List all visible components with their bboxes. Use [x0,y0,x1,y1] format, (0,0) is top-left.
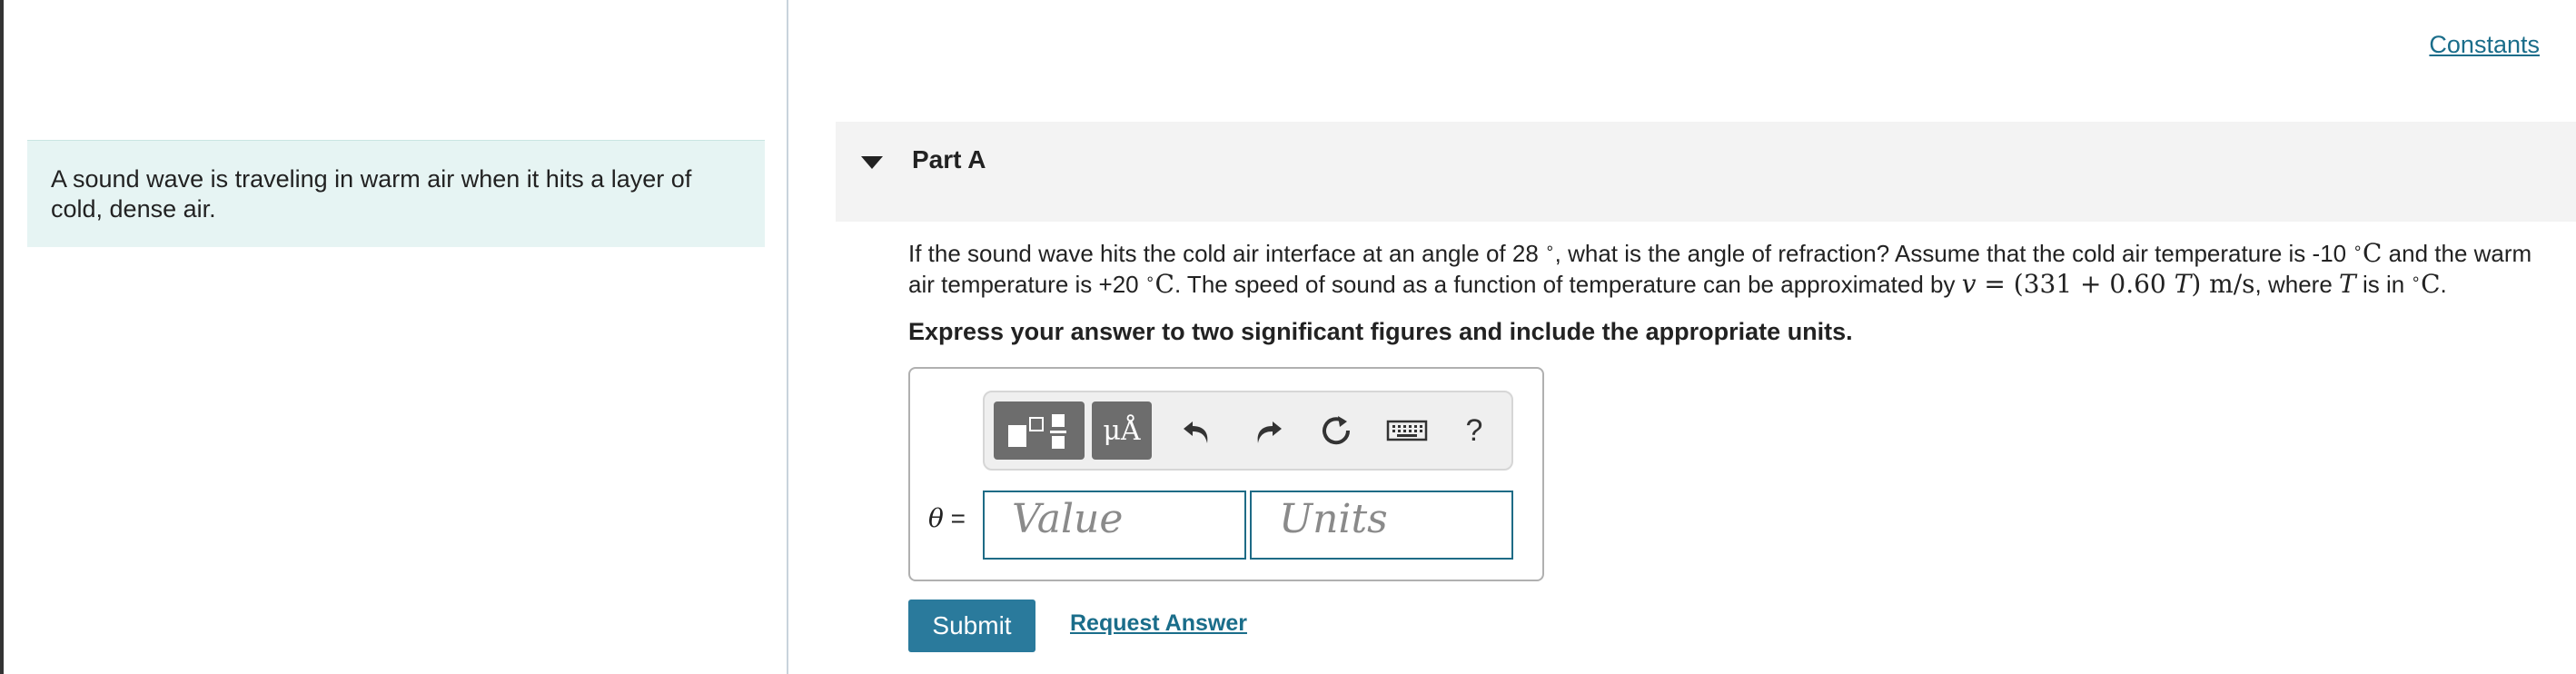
intro-panel: A sound wave is traveling in warm air wh… [4,0,787,674]
collapse-caret-icon[interactable] [861,156,883,169]
help-icon[interactable]: ? [1453,401,1495,460]
question-segment: . [2440,271,2447,298]
variable-t: T [2339,269,2356,299]
intro-text: A sound wave is traveling in warm air wh… [27,140,765,247]
redo-icon[interactable] [1243,401,1292,460]
degree-symbol: ∘ [2411,270,2422,288]
question-segment: , what is the angle of refraction? Assum… [1554,240,2353,267]
panel-divider [787,0,788,674]
question-segment: If the sound wave hits the cold air inte… [908,240,1545,267]
degree-symbol: ∘ [2353,239,2363,257]
units-input[interactable]: Units [1250,491,1513,560]
formula-variable-v: v [1961,269,1977,299]
question-text: If the sound wave hits the cold air inte… [908,238,2561,300]
speed-formula: v = (331 + 0.60 T) m/s [1962,269,2255,299]
symbols-icon[interactable]: μÅ [1092,401,1152,460]
answer-instruction: Express your answer to two significant f… [908,318,1853,345]
submit-button[interactable]: Submit [908,600,1035,652]
formula-units: ) m/s [2191,269,2255,299]
unit-celsius: C [2363,238,2383,268]
question-segment: , where [2254,271,2340,298]
unit-celsius: C [2421,269,2441,299]
answer-box: μÅ ? θ = Value Units [908,367,1544,581]
undo-icon[interactable] [1174,401,1223,460]
degree-symbol: ∘ [1545,239,1555,257]
reset-icon[interactable] [1312,401,1361,460]
request-answer-link[interactable]: Request Answer [1070,610,1247,637]
equals-sign: = [943,504,966,532]
degree-symbol: ∘ [1144,270,1155,288]
value-input[interactable]: Value [983,491,1246,560]
question-segment: . The speed of sound as a function of te… [1174,271,1962,298]
unit-celsius: C [1154,269,1174,299]
formula-variable-t: T [2174,269,2192,299]
theta-symbol: θ [928,503,944,533]
question-segment: is in [2355,271,2412,298]
part-title: Part A [912,145,986,173]
keyboard-icon[interactable] [1381,401,1433,460]
templates-icon[interactable] [994,401,1085,460]
math-toolbar: μÅ ? [983,391,1513,471]
constants-link[interactable]: Constants [2429,31,2540,59]
formula-body: = (331 + 0.60 [1976,269,2175,299]
answer-label: θ = [928,503,966,533]
part-header[interactable]: Part A [836,122,2576,222]
